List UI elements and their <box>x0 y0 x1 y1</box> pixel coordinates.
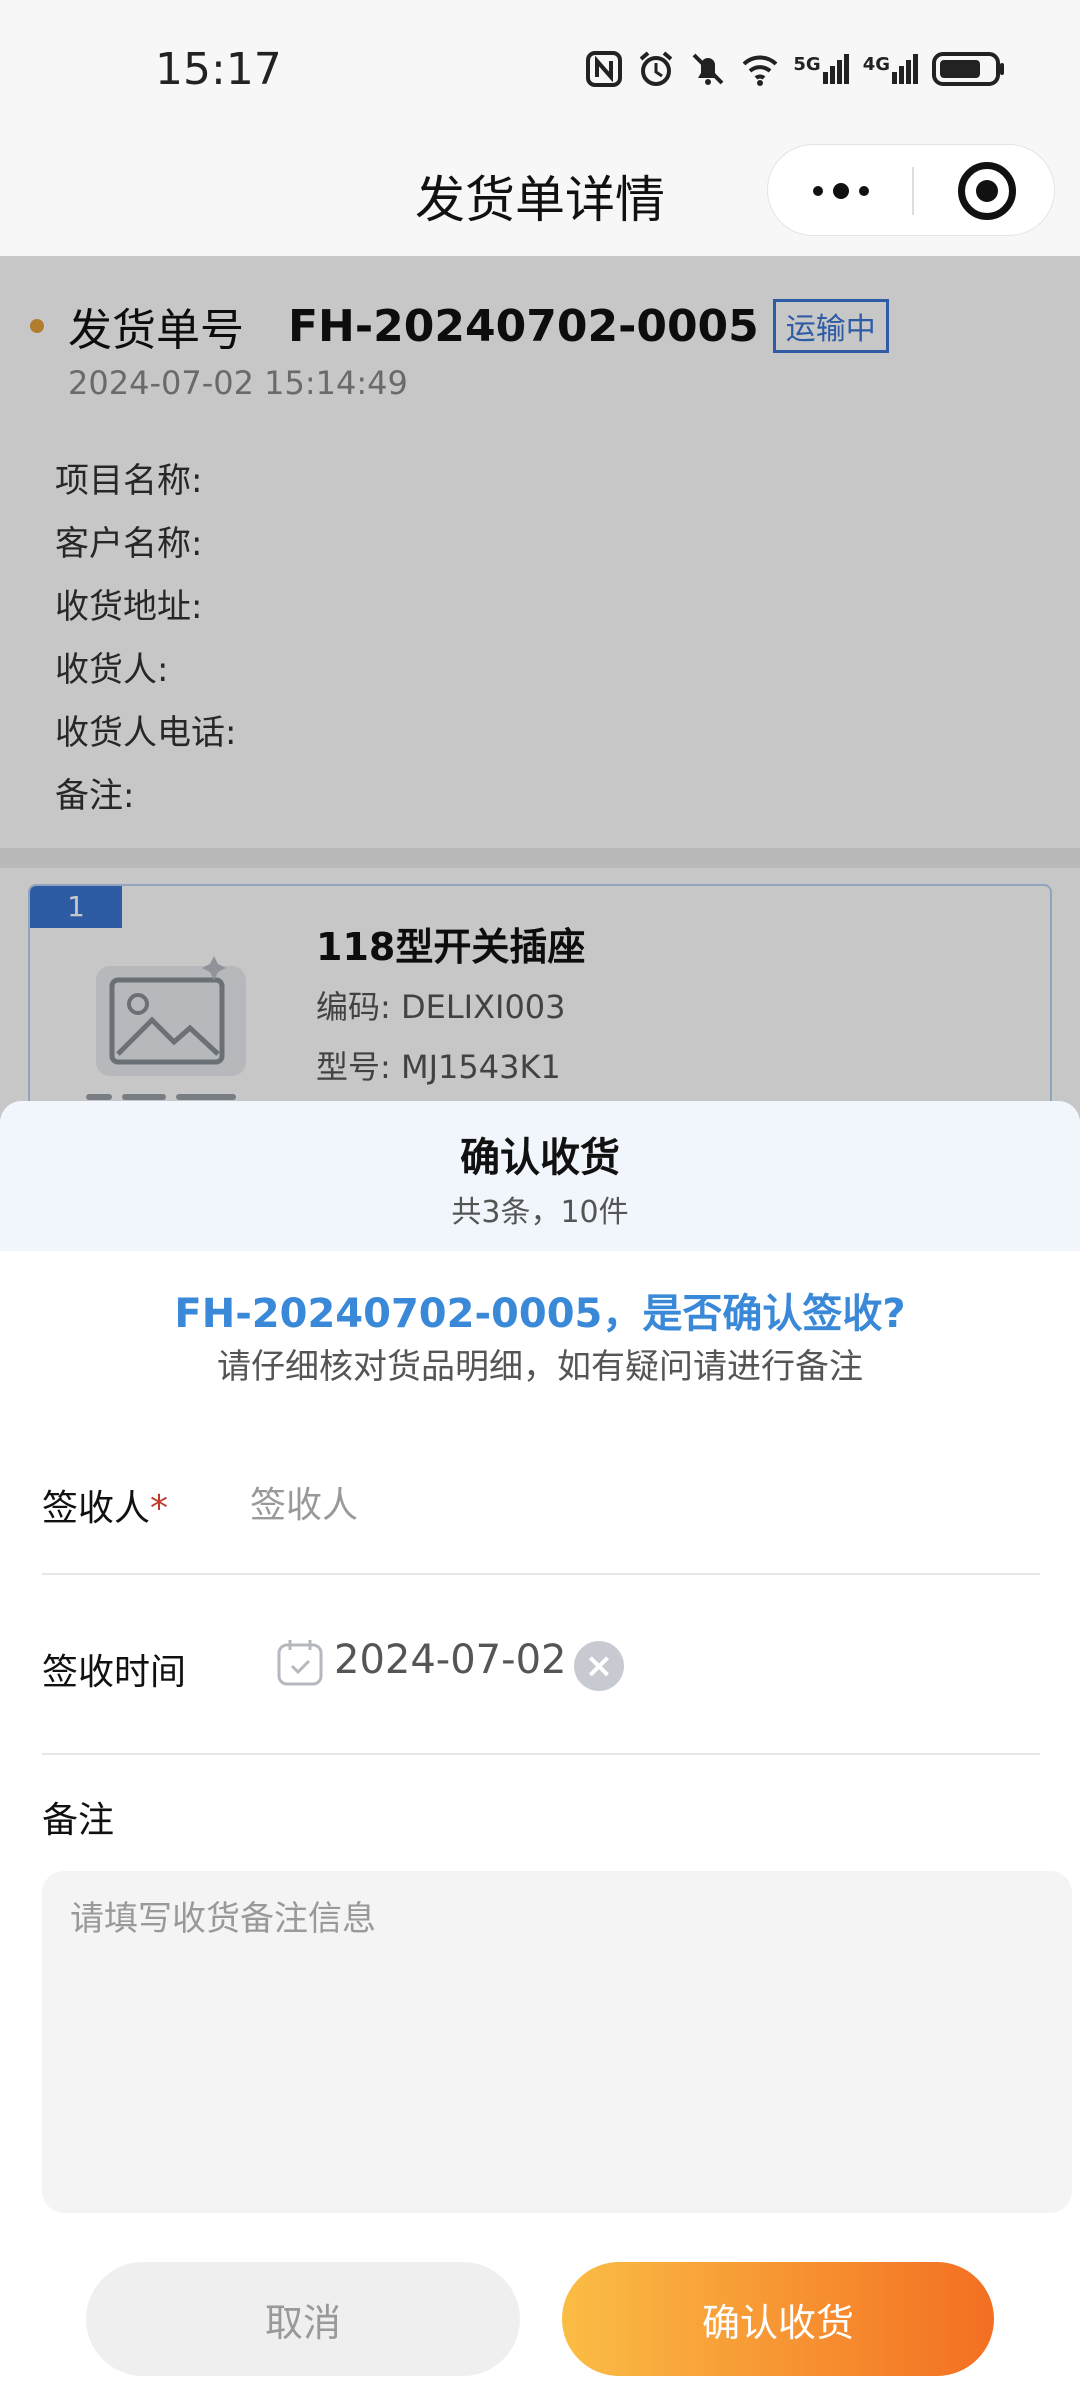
sheet-title: 确认收货 <box>460 1135 620 1181</box>
signer-label: 签收人* <box>42 1479 168 1531</box>
status-time: 15:17 <box>155 44 282 95</box>
field-divider <box>42 1573 1040 1575</box>
wifi-icon <box>742 55 778 86</box>
mute-icon <box>692 53 724 85</box>
status-bar: 15:17 5G 4G <box>0 0 1080 140</box>
clear-date-icon[interactable]: × <box>574 1641 624 1691</box>
field-divider <box>42 1753 1040 1755</box>
remark-label: 备注 <box>42 1800 115 1841</box>
mini-program-capsule <box>767 144 1055 236</box>
required-mark: * <box>150 1488 169 1529</box>
sign-time-label: 签收时间 <box>42 1652 187 1693</box>
sign-date-value[interactable]: 2024-07-02 <box>334 1637 566 1683</box>
status-icons: 5G 4G <box>585 50 1006 88</box>
battery-icon <box>932 52 1004 86</box>
cancel-button[interactable]: 取消 <box>86 2262 520 2376</box>
signal-4g-label: 4G <box>862 54 890 75</box>
confirm-question: FH-20240702-0005，是否确认签收? <box>174 1291 906 1337</box>
confirm-receipt-sheet: 确认收货 共3条，10件 FH-20240702-0005，是否确认签收? 请仔… <box>0 1101 1080 2400</box>
signer-label-text: 签收人 <box>42 1488 151 1529</box>
sheet-header: 确认收货 共3条，10件 <box>0 1101 1080 1251</box>
signal-5g-label: 5G <box>793 54 821 75</box>
more-button[interactable] <box>804 165 878 217</box>
confirm-tip: 请仔细核对货品明细，如有疑问请进行备注 <box>217 1347 863 1387</box>
signal-4g-icon: 4G <box>863 54 918 84</box>
capsule-divider <box>912 167 914 215</box>
calendar-icon[interactable] <box>276 1637 324 1687</box>
close-program-button[interactable] <box>958 162 1016 220</box>
nfc-icon <box>586 51 623 87</box>
remark-textarea[interactable] <box>42 1871 1072 2213</box>
signer-input[interactable] <box>250 1475 1030 1535</box>
nav-bar: 发货单详情 <box>0 140 1080 256</box>
signal-5g-icon: 5G <box>793 54 849 84</box>
alarm-icon <box>640 51 673 86</box>
sheet-summary: 共3条，10件 <box>451 1195 629 1230</box>
confirm-receipt-button[interactable]: 确认收货 <box>562 2262 994 2376</box>
